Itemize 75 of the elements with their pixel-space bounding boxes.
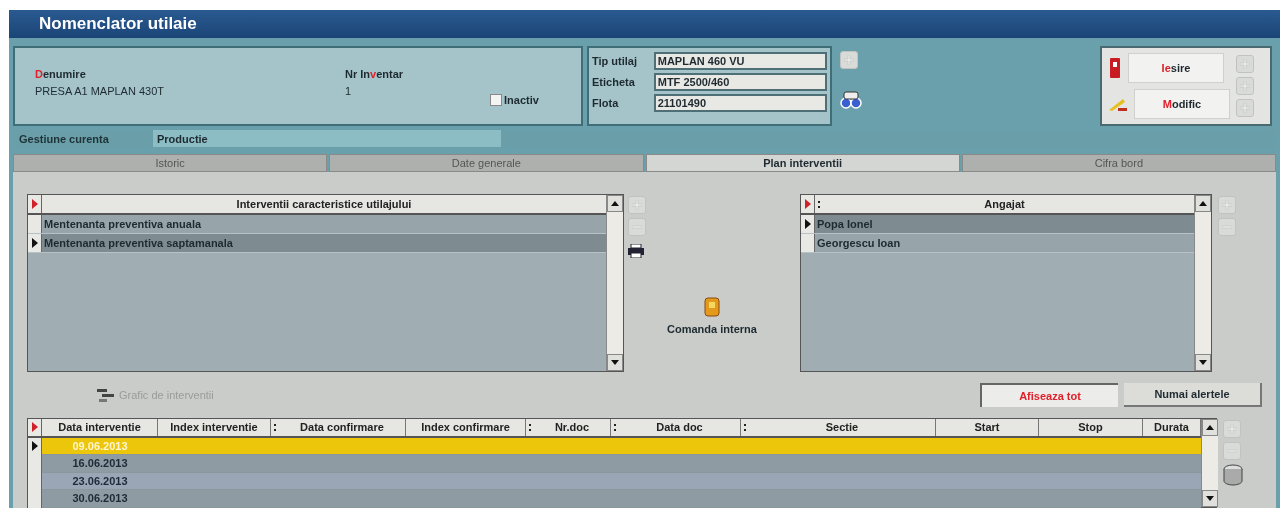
table-row[interactable]: 30.06.2013 xyxy=(42,490,1201,508)
door-icon xyxy=(1108,58,1122,78)
printer-icon[interactable] xyxy=(628,244,644,258)
sort-icon xyxy=(528,422,532,432)
list-row[interactable]: Popa Ionel xyxy=(815,215,1194,233)
table-row[interactable]: 16.06.2013 xyxy=(42,455,1201,473)
field-value: Productie xyxy=(153,130,501,148)
down-arrow-icon xyxy=(1206,496,1214,501)
down-arrow-icon xyxy=(1199,360,1207,365)
column-header[interactable]: Stop xyxy=(1039,419,1143,436)
tab[interactable]: Date generale xyxy=(329,153,644,172)
row-pointer-icon xyxy=(31,422,38,433)
internal-order-button[interactable]: Comanda interna xyxy=(667,296,757,338)
tab[interactable]: Plan interventii xyxy=(645,153,960,172)
filter-button[interactable]: Afiseaza tot xyxy=(980,383,1118,407)
scrollbar[interactable] xyxy=(606,195,623,371)
scroll-up-button[interactable] xyxy=(607,195,623,212)
field-value: PRESA A1 MAPLAN 430T xyxy=(35,83,165,99)
column-header[interactable]: Data interventie xyxy=(42,419,158,436)
field-value: 1 xyxy=(345,83,353,99)
sort-icon xyxy=(743,422,747,432)
scroll-up-button[interactable] xyxy=(1202,419,1218,436)
up-arrow-icon xyxy=(1206,425,1214,430)
window-title: Nomenclator utilaie xyxy=(39,13,197,36)
row-selector[interactable] xyxy=(801,215,815,233)
binoculars-icon[interactable] xyxy=(840,91,862,109)
list-row[interactable]: Mentenanta preventiva anuala xyxy=(42,215,606,233)
row-pointer-icon xyxy=(31,199,38,209)
field-label: Eticheta xyxy=(592,74,636,90)
column-header[interactable]: Data confirmare xyxy=(271,419,406,436)
table-cell-text: 30.06.2013 xyxy=(71,491,129,506)
input-field[interactable]: MAPLAN 460 VU xyxy=(653,52,827,70)
input-field[interactable]: MTF 2500/460 xyxy=(653,73,827,91)
sort-icon xyxy=(613,422,617,432)
pencil-icon xyxy=(1108,96,1128,112)
list-row[interactable]: Mentenanta preventiva saptamanala xyxy=(42,234,606,252)
up-arrow-icon xyxy=(611,201,619,206)
column-header[interactable]: Start xyxy=(936,419,1039,436)
action-button[interactable]: Iesire xyxy=(1128,53,1224,83)
field-label: Flota xyxy=(592,95,620,111)
scroll-up-button[interactable] xyxy=(1195,195,1211,212)
scrollbar[interactable] xyxy=(1201,419,1218,507)
column-header[interactable]: Index confirmare xyxy=(406,419,526,436)
scroll-down-button[interactable] xyxy=(607,354,623,371)
column-header[interactable]: Index interventie xyxy=(158,419,271,436)
action-button[interactable]: Modific xyxy=(1134,89,1230,119)
sort-icon xyxy=(817,200,821,209)
field-label: Denumire xyxy=(35,67,87,82)
table-cell-text: 23.06.2013 xyxy=(71,473,129,489)
sort-icon xyxy=(273,422,277,432)
scroll-down-button[interactable] xyxy=(1202,490,1218,507)
tab[interactable]: Istoric xyxy=(13,153,328,172)
scroll-down-button[interactable] xyxy=(1195,354,1211,371)
field-label: Gestiune curenta xyxy=(18,131,110,147)
field-label: Tip utilaj xyxy=(592,53,639,69)
gantt-chart-icon xyxy=(97,388,117,402)
row-pointer-icon xyxy=(31,238,38,248)
list-row[interactable]: Georgescu Ioan xyxy=(815,234,1194,252)
database-icon[interactable] xyxy=(1223,464,1243,486)
table-cell-text: 16.06.2013 xyxy=(71,456,129,471)
column-header[interactable]: Data doc xyxy=(611,419,741,436)
up-arrow-icon xyxy=(1199,201,1207,206)
row-selector[interactable] xyxy=(28,234,42,252)
scrollbar[interactable] xyxy=(1194,195,1211,371)
field-label: Nr Inventar xyxy=(345,67,405,82)
column-header[interactable]: Sectie xyxy=(741,419,936,436)
input-field[interactable]: 21101490 xyxy=(653,94,827,112)
down-arrow-icon xyxy=(611,360,619,365)
tab[interactable]: Cifra bord xyxy=(961,153,1276,172)
column-header[interactable]: Nr.doc xyxy=(526,419,611,436)
button-label: Modific xyxy=(1162,96,1202,112)
row-pointer-icon xyxy=(31,441,38,452)
button-label: Iesire xyxy=(1161,60,1191,76)
filter-button[interactable]: Numai alertele xyxy=(1124,383,1262,407)
table-cell-text: 09.06.2013 xyxy=(71,438,129,454)
